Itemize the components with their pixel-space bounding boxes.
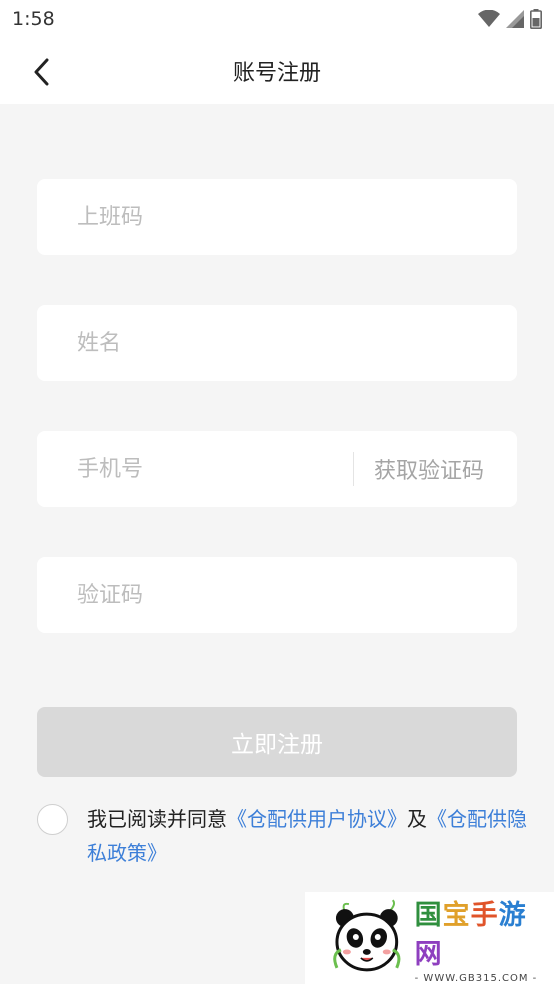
verify-code-input[interactable] — [37, 557, 517, 633]
agreement-conjunction: 及 — [407, 807, 427, 831]
page-title: 账号注册 — [232, 61, 321, 86]
name-input[interactable] — [37, 305, 517, 381]
back-button[interactable] — [22, 52, 62, 92]
app-header: 账号注册 — [0, 38, 554, 104]
agree-checkbox[interactable] — [37, 804, 68, 835]
chevron-left-icon — [34, 58, 49, 86]
status-time: 1:58 — [12, 8, 55, 30]
watermark: 国宝手游网 - WWW.GB315.COM - — [305, 892, 554, 984]
signal-icon — [506, 10, 524, 28]
user-agreement-link[interactable]: 《仓配供用户协议》 — [227, 807, 407, 831]
name-field — [37, 305, 517, 381]
battery-icon — [530, 9, 542, 29]
watermark-title-text: 国宝手游网 — [414, 899, 527, 970]
watermark-url: - WWW.GB315.COM - — [414, 972, 538, 984]
agreement-prefix: 我已阅读并同意 — [87, 807, 227, 831]
status-bar: 1:58 — [0, 0, 554, 38]
work-code-input[interactable] — [37, 179, 517, 255]
panda-logo-icon — [333, 899, 401, 972]
watermark-text: 国宝手游网 - WWW.GB315.COM - — [415, 893, 554, 984]
phone-input[interactable] — [37, 431, 353, 507]
work-code-field — [37, 179, 517, 255]
get-code-button[interactable]: 获取验证码 — [354, 453, 484, 485]
phone-field: 获取验证码 — [37, 431, 517, 507]
agreement-row: 我已阅读并同意《仓配供用户协议》及《仓配供隐私政策》 — [37, 802, 527, 870]
wifi-icon — [478, 10, 500, 27]
agreement-text: 我已阅读并同意《仓配供用户协议》及《仓配供隐私政策》 — [87, 802, 527, 870]
watermark-title: 国宝手游网 — [415, 893, 554, 971]
verify-code-field — [37, 557, 517, 633]
register-button[interactable]: 立即注册 — [37, 707, 517, 777]
status-icons — [478, 9, 542, 29]
